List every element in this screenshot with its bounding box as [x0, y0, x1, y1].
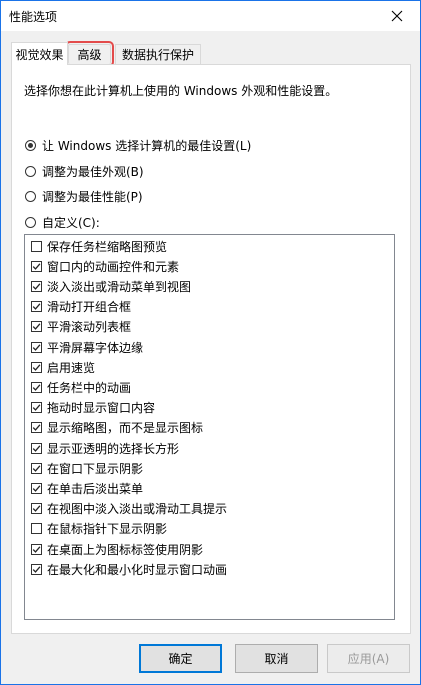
effect-item[interactable]: 任务栏中的动画 [31, 378, 131, 396]
effect-label: 启用速览 [47, 360, 96, 375]
tab-visual-effects[interactable]: 视觉效果 [11, 42, 68, 65]
check-icon [32, 424, 41, 432]
check-icon [32, 384, 41, 391]
checkbox[interactable] [31, 462, 42, 474]
effect-label: 任务栏中的动画 [47, 380, 132, 395]
tab-label: 高级 [77, 48, 102, 62]
intro-text: 选择你想在此计算机上使用的 Windows 外观和性能设置。 [24, 84, 338, 98]
cancel-button[interactable]: 取消 [235, 644, 318, 673]
check-icon [32, 343, 41, 351]
check-icon [32, 485, 41, 492]
radio-label: 自定义(C): [42, 215, 100, 230]
checkbox[interactable] [31, 260, 42, 272]
check-icon [32, 303, 41, 310]
radio-label: 调整为最佳外观(B) [42, 164, 144, 179]
check-icon [32, 404, 41, 411]
tab-advanced[interactable]: 高级 [65, 41, 114, 67]
effect-label: 显示亚透明的选择长方形 [47, 441, 180, 456]
close-icon [391, 10, 403, 22]
effect-item[interactable]: 拖动时显示窗口内容 [31, 399, 155, 417]
effect-label: 在窗口下显示阴影 [47, 461, 144, 476]
effect-label: 平滑滚动列表框 [47, 320, 132, 335]
effect-label: 窗口内的动画控件和元素 [47, 259, 180, 274]
radio-label: 调整为最佳性能(P) [42, 189, 143, 204]
radio-let-windows-choose[interactable]: 让 Windows 选择计算机的最佳设置(L) [25, 137, 251, 153]
check-icon [32, 505, 41, 512]
performance-options-window: 性能选项 视觉效果 高级 数据执行保护 选择你想在此计算机上使用的 Window… [0, 0, 421, 685]
check-icon [32, 465, 41, 472]
checkbox[interactable] [31, 321, 42, 333]
cancel-button-label: 取消 [264, 652, 289, 666]
radio-best-appearance[interactable]: 调整为最佳外观(B) [25, 163, 144, 179]
radio-custom[interactable]: 自定义(C): [25, 214, 100, 230]
window-title: 性能选项 [9, 10, 58, 24]
effect-label: 平滑屏幕字体边缘 [47, 340, 144, 355]
effect-item[interactable]: 滑动打开组合框 [31, 298, 131, 316]
check-icon [32, 364, 41, 371]
checkbox[interactable] [31, 402, 42, 414]
close-button[interactable] [374, 1, 420, 31]
effect-item[interactable]: 平滑滚动列表框 [31, 318, 131, 336]
effect-label: 拖动时显示窗口内容 [47, 401, 156, 416]
check-icon [32, 283, 41, 290]
effect-item[interactable]: 保存任务栏缩略图预览 [31, 237, 167, 255]
tab-label: 视觉效果 [15, 47, 64, 62]
effect-label: 保存任务栏缩略图预览 [47, 239, 168, 254]
radio-button[interactable] [25, 139, 36, 151]
apply-button[interactable]: 应用(A) [327, 644, 410, 673]
check-icon [32, 566, 41, 573]
effect-label: 滑动打开组合框 [47, 300, 132, 315]
effect-item[interactable]: 平滑屏幕字体边缘 [31, 338, 143, 356]
effect-label: 在桌面上为图标标签使用阴影 [47, 542, 204, 557]
effect-item[interactable]: 显示亚透明的选择长方形 [31, 439, 179, 457]
ok-button[interactable]: 确定 [139, 644, 222, 673]
checkbox[interactable] [31, 523, 42, 535]
effect-item[interactable]: 在单击后淡出菜单 [31, 479, 143, 497]
effect-item[interactable]: 显示缩略图，而不是显示图标 [31, 419, 203, 437]
effect-item[interactable]: 启用速览 [31, 358, 95, 376]
effect-item[interactable]: 淡入淡出或滑动菜单到视图 [31, 277, 191, 295]
checkbox[interactable] [31, 361, 42, 373]
title-bar: 性能选项 [1, 1, 420, 31]
checkbox[interactable] [31, 442, 42, 454]
check-icon [32, 323, 41, 331]
effect-label: 淡入淡出或滑动菜单到视图 [47, 279, 192, 294]
tab-label: 数据执行保护 [121, 48, 194, 62]
effect-label: 显示缩略图，而不是显示图标 [47, 421, 204, 436]
checkbox[interactable] [31, 563, 42, 575]
ok-button-label: 确定 [168, 652, 193, 666]
checkbox[interactable] [31, 341, 42, 353]
checkbox[interactable] [31, 422, 42, 434]
effect-label: 在鼠标指针下显示阴影 [47, 522, 168, 537]
check-icon [32, 444, 41, 452]
radio-best-performance[interactable]: 调整为最佳性能(P) [25, 188, 143, 204]
effect-item[interactable]: 窗口内的动画控件和元素 [31, 257, 179, 275]
apply-button-label: 应用(A) [347, 652, 390, 666]
radio-button[interactable] [25, 190, 36, 202]
effect-label: 在最大化和最小化时显示窗口动画 [47, 562, 228, 577]
check-icon [32, 545, 41, 553]
checkbox[interactable] [31, 240, 42, 252]
effect-item[interactable]: 在窗口下显示阴影 [31, 459, 143, 477]
effect-label: 在视图中淡入淡出或滑动工具提示 [47, 502, 228, 517]
checkbox[interactable] [31, 543, 42, 555]
effect-item[interactable]: 在视图中淡入淡出或滑动工具提示 [31, 500, 227, 518]
checkbox[interactable] [31, 482, 42, 494]
radio-button[interactable] [25, 165, 36, 177]
checkbox[interactable] [31, 503, 42, 515]
effect-item[interactable]: 在鼠标指针下显示阴影 [31, 520, 167, 538]
effect-item[interactable]: 在桌面上为图标标签使用阴影 [31, 540, 203, 558]
checkbox[interactable] [31, 301, 42, 313]
check-icon [32, 263, 41, 270]
radio-label: 让 Windows 选择计算机的最佳设置(L) [42, 138, 252, 153]
effects-list[interactable]: 保存任务栏缩略图预览 窗口内的动画控件和元素 淡入淡出或滑动菜单到视图 滑动打开组合框… [24, 234, 395, 620]
effect-label: 在单击后淡出菜单 [47, 481, 144, 496]
radio-button[interactable] [25, 216, 36, 228]
checkbox[interactable] [31, 280, 42, 292]
checkbox[interactable] [31, 381, 42, 393]
visual-effects-panel: 选择你想在此计算机上使用的 Windows 外观和性能设置。 让 Windows… [11, 64, 411, 634]
effect-item[interactable]: 在最大化和最小化时显示窗口动画 [31, 560, 227, 578]
tab-data-execution-prevention[interactable]: 数据执行保护 [115, 44, 201, 64]
